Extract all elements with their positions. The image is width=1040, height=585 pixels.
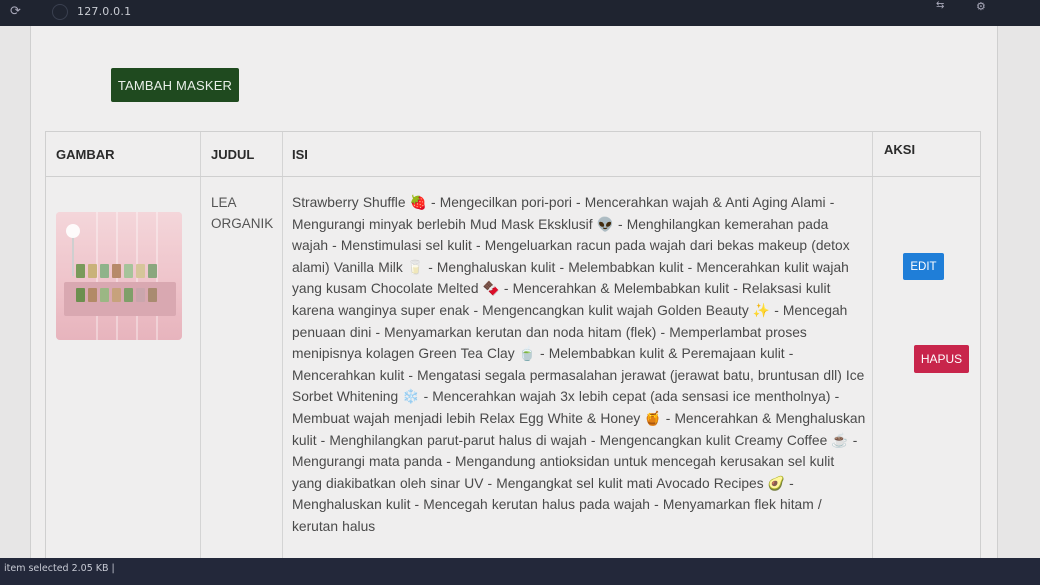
header-gambar: GAMBAR	[56, 146, 115, 162]
status-bar: item selected 2.05 KB |	[0, 558, 1040, 585]
extensions-icon[interactable]: ⇆	[936, 0, 944, 11]
header-aksi: AKSI	[884, 141, 916, 157]
status-text: item selected 2.05 KB |	[4, 563, 115, 574]
header-judul: JUDUL	[211, 146, 255, 162]
reload-icon[interactable]: ⟳	[10, 4, 21, 19]
content-card: TAMBAH MASKER GAMBAR JUDUL ISI AKSI LEA …	[30, 26, 998, 559]
column-divider	[282, 132, 283, 559]
column-divider	[200, 132, 201, 559]
header-divider	[46, 176, 980, 177]
column-divider	[872, 132, 873, 559]
header-isi: ISI	[292, 146, 308, 162]
browser-top-bar: ⟳ 127.0.0.1 ⇆ ⚙	[0, 0, 1040, 26]
add-mask-button[interactable]: TAMBAH MASKER	[111, 68, 239, 102]
edit-button[interactable]: EDIT	[903, 253, 944, 280]
settings-icon[interactable]: ⚙	[976, 0, 986, 13]
loading-icon	[52, 4, 68, 20]
product-image	[56, 212, 182, 340]
row-isi: Strawberry Shuffle 🍓 - Mengecilkan pori-…	[292, 195, 866, 534]
mask-table: GAMBAR JUDUL ISI AKSI LEA ORGANIK Strawb…	[45, 131, 981, 559]
delete-button[interactable]: HAPUS	[914, 345, 969, 373]
page-content: TAMBAH MASKER GAMBAR JUDUL ISI AKSI LEA …	[0, 26, 1040, 559]
address-bar[interactable]: 127.0.0.1	[77, 5, 131, 18]
row-judul: LEA ORGANIK	[211, 195, 274, 231]
